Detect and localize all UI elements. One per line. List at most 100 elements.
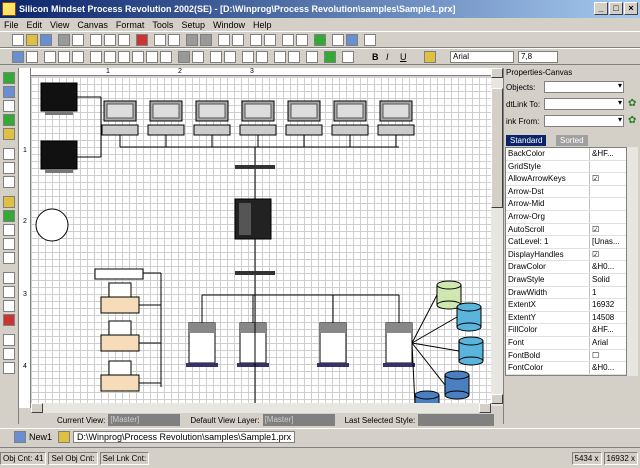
shape-box-icon[interactable] [3, 196, 15, 208]
property-value[interactable] [590, 198, 626, 210]
pointer-icon[interactable] [12, 51, 24, 63]
font-size-select[interactable]: 7,8 [518, 51, 558, 63]
zoom-icon[interactable] [364, 34, 376, 46]
delete-icon[interactable] [136, 34, 148, 46]
property-value[interactable] [590, 211, 626, 223]
tool-connector-icon[interactable] [3, 300, 15, 312]
scroll-right-icon[interactable] [479, 403, 491, 413]
property-row[interactable]: DisplayHandles ☑ [506, 248, 626, 262]
align-left-icon[interactable] [342, 51, 354, 63]
cut-icon[interactable] [90, 34, 102, 46]
menu-edit[interactable]: Edit [23, 20, 47, 30]
property-row[interactable]: AllowArrowKeys ☑ [506, 173, 626, 186]
property-value[interactable]: ☐ [590, 350, 626, 362]
property-row[interactable]: DrawWidth 1 [506, 286, 626, 300]
close-button[interactable]: × [624, 2, 638, 15]
line-width-icon[interactable] [224, 51, 236, 63]
hub-top[interactable] [235, 165, 275, 169]
central-server[interactable] [234, 198, 272, 240]
shape-server-icon[interactable] [3, 176, 15, 188]
zoom-fit-icon[interactable] [72, 51, 84, 63]
link-icon[interactable] [314, 34, 326, 46]
scroll-left-icon[interactable] [31, 403, 43, 413]
property-row[interactable]: DrawColor &H0... [506, 261, 626, 274]
rotate-icon[interactable] [274, 51, 286, 63]
workstation-node[interactable] [377, 100, 415, 147]
property-value[interactable]: Arial [590, 337, 626, 349]
hub-bottom[interactable] [235, 271, 275, 275]
property-row[interactable]: FontColor &H0... [506, 362, 626, 375]
doc-tab-sample1[interactable]: D:\Winprog\Process Revolution\samples\Sa… [73, 431, 296, 443]
property-value[interactable]: 16932 [590, 299, 626, 311]
server-node[interactable] [383, 295, 415, 367]
link-from-icon[interactable]: ✿ [628, 115, 636, 126]
shape-db-icon[interactable] [3, 210, 15, 222]
property-row[interactable]: ExtentY 14508 [506, 311, 626, 325]
undo-icon[interactable] [154, 34, 166, 46]
property-row[interactable]: FillColor &HF... [506, 324, 626, 337]
property-value[interactable]: ☑ [590, 173, 626, 185]
font-color-icon[interactable] [424, 51, 436, 63]
distribute-icon[interactable] [232, 34, 244, 46]
tool-pencil-icon[interactable] [3, 286, 15, 298]
printer-node[interactable] [100, 282, 161, 314]
dtlink-combo[interactable] [544, 98, 624, 110]
line-style-icon[interactable] [210, 51, 222, 63]
property-value[interactable]: 14508 [590, 312, 626, 324]
rect-icon[interactable] [104, 51, 116, 63]
connector-icon[interactable] [256, 51, 268, 63]
tool-node-icon[interactable] [3, 334, 15, 346]
back-icon[interactable] [264, 34, 276, 46]
property-row[interactable]: GridStyle [506, 160, 626, 174]
text-icon[interactable] [132, 51, 144, 63]
property-value[interactable]: &HF... [590, 324, 626, 336]
shape-line-icon[interactable] [3, 224, 15, 236]
paste-icon[interactable] [118, 34, 130, 46]
arc-icon[interactable] [160, 51, 172, 63]
shape-computer-icon[interactable] [3, 86, 15, 98]
front-icon[interactable] [250, 34, 262, 46]
workstation-node[interactable] [239, 100, 277, 147]
property-value[interactable]: ☑ [590, 224, 626, 236]
server-node[interactable] [186, 295, 218, 367]
workstation-node[interactable] [193, 100, 231, 147]
property-value[interactable]: 1 [590, 287, 626, 299]
computer-node[interactable] [40, 140, 78, 173]
tab-standard[interactable]: Standard [506, 135, 547, 146]
property-row[interactable]: BackColor &HF... [506, 148, 626, 161]
horizontal-scrollbar[interactable] [31, 403, 491, 413]
flip-icon[interactable] [288, 51, 300, 63]
current-view-field[interactable]: [Master] [108, 414, 181, 426]
property-row[interactable]: CatLevel: 1 [Unas... [506, 236, 626, 249]
property-row[interactable]: AutoScroll ☑ [506, 223, 626, 237]
arrow-icon[interactable] [242, 51, 254, 63]
chart-icon[interactable] [346, 34, 358, 46]
property-value[interactable] [590, 186, 626, 198]
property-scrollbar[interactable] [627, 147, 638, 376]
tool-join-icon[interactable] [3, 362, 15, 374]
new-icon[interactable] [12, 34, 24, 46]
property-value[interactable]: Solid [590, 274, 626, 286]
tool-split-icon[interactable] [3, 348, 15, 360]
property-value[interactable]: &H0... [590, 261, 626, 273]
group-icon[interactable] [186, 34, 198, 46]
print-icon[interactable] [58, 34, 70, 46]
menu-help[interactable]: Help [249, 20, 276, 30]
underline-button[interactable]: U [400, 52, 407, 62]
shape-circle-icon[interactable] [3, 72, 15, 84]
default-layer-field[interactable]: [Master] [262, 414, 335, 426]
drawing-canvas[interactable] [31, 77, 491, 403]
property-row[interactable]: DrawStyle Solid [506, 273, 626, 287]
move-icon[interactable] [26, 51, 38, 63]
property-row[interactable]: Arrow-Mid [506, 198, 626, 211]
ungroup-icon[interactable] [200, 34, 212, 46]
fill-icon[interactable] [178, 51, 190, 63]
ink-from-combo[interactable] [544, 115, 624, 127]
link-to-icon[interactable]: ✿ [628, 98, 636, 109]
objects-combo[interactable] [544, 81, 624, 93]
align-icon[interactable] [218, 34, 230, 46]
menu-format[interactable]: Format [112, 20, 149, 30]
printer-node[interactable] [100, 360, 161, 392]
database-node[interactable] [411, 336, 484, 366]
shape-network-icon[interactable] [3, 114, 15, 126]
